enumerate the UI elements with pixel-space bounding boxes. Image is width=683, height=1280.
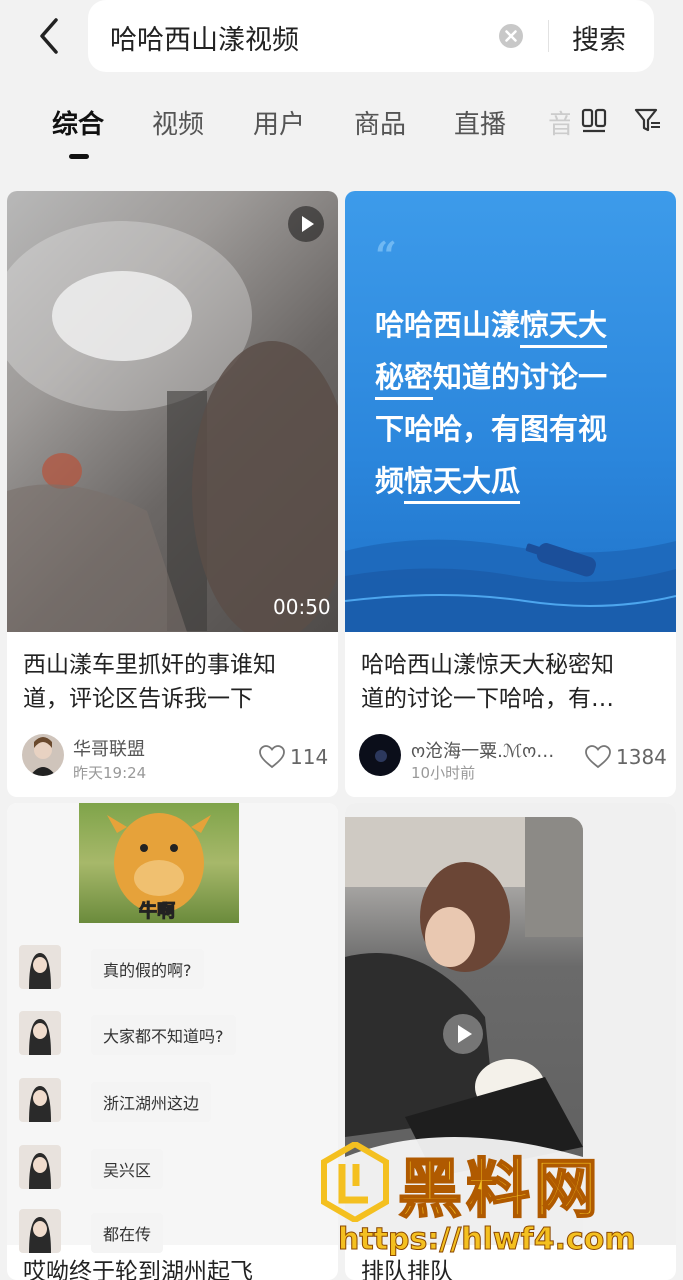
watermark-title: 黑料网: [397, 1152, 602, 1228]
tab-users[interactable]: 用户: [253, 104, 305, 141]
like-count: 114: [290, 745, 329, 769]
cover-text: 哈哈西山漾惊天大 秘密知道的讨论一 下哈哈，有图有视 频惊天大瓜: [375, 299, 655, 507]
active-tab-indicator: [69, 154, 89, 159]
play-icon[interactable]: [443, 1014, 483, 1054]
chat-bubble: 大家都不知道吗?: [91, 1015, 236, 1055]
tab-products[interactable]: 商品: [354, 104, 406, 141]
heart-icon[interactable]: [585, 745, 611, 769]
tab-live[interactable]: 直播: [454, 104, 506, 141]
clear-icon[interactable]: [498, 23, 524, 49]
tab-music[interactable]: 音: [548, 104, 570, 141]
cover-text-segment: 知道的讨论一: [433, 360, 608, 394]
filter-icon[interactable]: [634, 106, 662, 134]
top-bar: 哈哈西山漾视频 搜索: [0, 0, 683, 80]
cover-text-segment: 频: [375, 464, 405, 498]
card-title[interactable]: 西山漾车里抓奸的事谁知 道，评论区告诉我一下: [23, 648, 323, 716]
card-title-line: 哎呦终于轮到湖州起飞: [23, 1259, 253, 1280]
result-card[interactable]: “ 哈哈西山漾惊天大 秘密知道的讨论一 下哈哈，有图有视 频惊天大瓜 哈哈西山漾…: [345, 191, 676, 797]
watermark-logo: [321, 1142, 389, 1222]
grid-layout-icon[interactable]: [580, 106, 608, 134]
image-thumbnail[interactable]: 牛啊 真的假的啊? 大家都不知道吗? 浙江湖州这边 吴兴区 都在传: [7, 803, 338, 1253]
card-title-line: 道，评论区告诉我一下: [23, 686, 253, 712]
chat-message: 浙江湖州这边: [19, 1078, 319, 1126]
card-title[interactable]: 哎呦终于轮到湖州起飞: [23, 1255, 323, 1280]
chat-bubble: 吴兴区: [91, 1149, 164, 1189]
cover-text-segment: 下哈哈，有图有视: [375, 412, 608, 446]
result-card[interactable]: 牛啊 真的假的啊? 大家都不知道吗? 浙江湖州这边 吴兴区 都在传 哎呦终于轮到…: [7, 803, 338, 1280]
chat-avatar: [19, 1011, 61, 1055]
back-icon[interactable]: [30, 14, 70, 58]
svg-text:“: “: [375, 233, 397, 278]
cover-text-highlight: 惊天大: [520, 308, 608, 342]
video-duration: 00:50: [273, 595, 331, 619]
post-time: 10小时前: [411, 764, 476, 782]
chat-message: 都在传: [19, 1209, 319, 1257]
play-icon[interactable]: [288, 206, 324, 242]
chat-message: 吴兴区: [19, 1145, 319, 1193]
chat-bubble: 都在传: [91, 1213, 164, 1253]
thumbnail-image: [7, 221, 338, 641]
author-name[interactable]: ო沧海一粟.ℳო…: [411, 737, 561, 763]
card-title[interactable]: 哈哈西山漾惊天大秘密知 道的讨论一下哈哈，有…: [361, 648, 661, 716]
author-name[interactable]: 华哥联盟: [73, 735, 193, 761]
heart-icon[interactable]: [259, 745, 285, 769]
tab-video[interactable]: 视频: [152, 104, 204, 141]
search-button[interactable]: 搜索: [572, 18, 626, 57]
chat-avatar: [19, 945, 61, 989]
cover-text-segment: 哈哈西山漾: [375, 308, 521, 342]
chat-avatar: [19, 1145, 61, 1189]
like-count: 1384: [616, 745, 667, 769]
chat-bubble: 浙江湖州这边: [91, 1082, 212, 1122]
cover-text-highlight: 惊天大瓜: [404, 464, 521, 498]
meme-image: 牛啊: [79, 803, 239, 923]
chat-message: 大家都不知道吗?: [19, 1011, 319, 1059]
result-card[interactable]: 00:50 西山漾车里抓奸的事谁知 道，评论区告诉我一下 华哥联盟 昨天19:2…: [7, 191, 338, 797]
avatar[interactable]: [359, 734, 401, 776]
search-input[interactable]: 哈哈西山漾视频: [110, 18, 299, 57]
card-title-line: 哈哈西山漾惊天大秘密知: [361, 652, 614, 678]
meme-caption: 牛啊: [139, 901, 176, 923]
chat-bubble: 真的假的啊?: [91, 949, 204, 989]
search-box[interactable]: 哈哈西山漾视频 搜索: [88, 0, 654, 72]
post-time: 昨天19:24: [73, 764, 147, 782]
avatar[interactable]: [22, 734, 64, 776]
chat-avatar: [19, 1078, 61, 1122]
category-tabs: 综合 视频 用户 商品 直播 音: [0, 86, 683, 176]
watermark: 黑料网 https://hlwf4.com: [320, 1138, 680, 1278]
card-title-line: 西山漾车里抓奸的事谁知: [23, 652, 276, 678]
divider: [548, 20, 549, 52]
chat-avatar: [19, 1209, 61, 1253]
cover-text-highlight: 秘密: [375, 360, 434, 394]
image-thumbnail[interactable]: “ 哈哈西山漾惊天大 秘密知道的讨论一 下哈哈，有图有视 频惊天大瓜: [345, 191, 676, 632]
video-thumbnail[interactable]: 00:50: [7, 191, 338, 641]
chat-message: 真的假的啊?: [19, 945, 319, 993]
watermark-url: https://hlwf4.com: [338, 1222, 637, 1258]
tab-all[interactable]: 综合: [52, 104, 104, 141]
card-title-line: 道的讨论一下哈哈，有…: [361, 686, 614, 712]
